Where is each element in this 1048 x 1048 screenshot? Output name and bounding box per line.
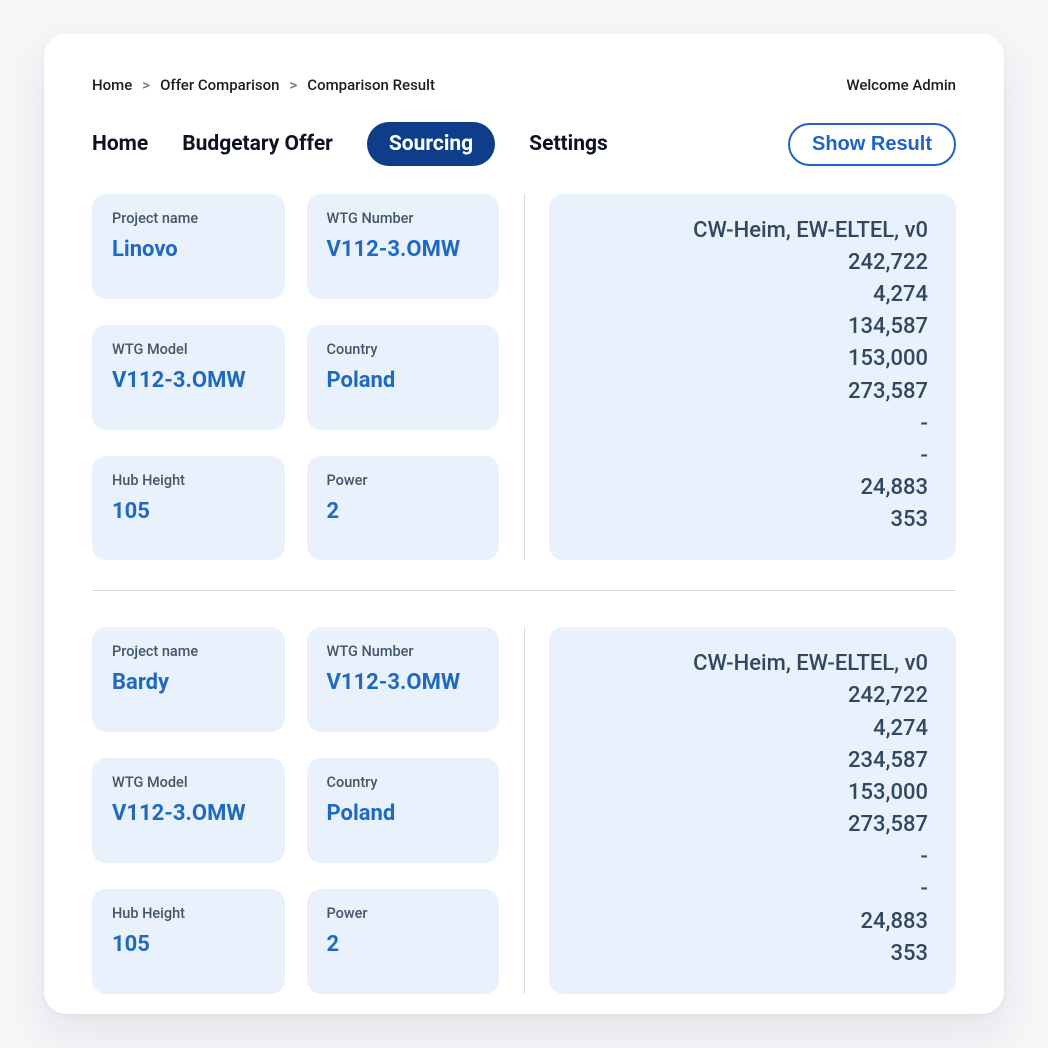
breadcrumb-item-offer-comparison[interactable]: Offer Comparison	[160, 76, 279, 94]
breadcrumb-item-home[interactable]: Home	[92, 76, 132, 94]
result-panel: CW-Heim, EW-ELTEL, v0 242,722 4,274 234,…	[549, 627, 956, 993]
field-value: Poland	[327, 801, 480, 826]
field-value: V112-3.OMW	[112, 368, 265, 393]
project-list: Project name Linovo WTG Number V112-3.OM…	[92, 194, 956, 1014]
app-card: Home > Offer Comparison > Comparison Res…	[44, 34, 1004, 1014]
field-country: Country Poland	[307, 758, 500, 863]
field-label: Power	[327, 472, 480, 489]
result-value: 153,000	[848, 345, 928, 373]
field-wtg-number: WTG Number V112-3.OMW	[307, 194, 500, 299]
result-value: 242,722	[848, 682, 928, 710]
result-value: -	[921, 875, 928, 903]
field-value: 2	[327, 932, 480, 957]
field-value: 105	[112, 932, 265, 957]
result-value: 153,000	[848, 779, 928, 807]
field-value: V112-3.OMW	[327, 237, 480, 262]
vertical-divider	[524, 627, 525, 993]
result-title: CW-Heim, EW-ELTEL, v0	[693, 651, 928, 676]
field-country: Country Poland	[307, 325, 500, 430]
breadcrumb-item-comparison-result[interactable]: Comparison Result	[307, 76, 435, 94]
field-power: Power 2	[307, 456, 500, 561]
field-value: 2	[327, 499, 480, 524]
field-label: Project name	[112, 210, 265, 227]
breadcrumb: Home > Offer Comparison > Comparison Res…	[92, 76, 435, 94]
result-value: 4,274	[873, 281, 928, 309]
welcome-text: Welcome Admin	[846, 76, 956, 94]
field-label: WTG Number	[327, 643, 480, 660]
field-label: Country	[327, 774, 480, 791]
field-label: WTG Model	[112, 341, 265, 358]
field-wtg-number: WTG Number V112-3.OMW	[307, 627, 500, 732]
show-result-button[interactable]: Show Result	[788, 123, 956, 166]
result-value: -	[921, 410, 928, 438]
result-value: 353	[890, 940, 928, 968]
result-panel: CW-Heim, EW-ELTEL, v0 242,722 4,274 134,…	[549, 194, 956, 560]
chevron-right-icon: >	[142, 76, 150, 94]
tab-sourcing[interactable]: Sourcing	[367, 122, 495, 166]
field-label: Power	[327, 905, 480, 922]
result-value: 24,883	[861, 474, 928, 502]
field-wtg-model: WTG Model V112-3.OMW	[92, 325, 285, 430]
field-label: Hub Height	[112, 905, 265, 922]
project-block: Project name Linovo WTG Number V112-3.OM…	[92, 194, 956, 590]
project-fields: Project name Linovo WTG Number V112-3.OM…	[92, 194, 499, 560]
tab-bar: Home Budgetary Offer Sourcing Settings S…	[92, 122, 956, 166]
project-fields: Project name Bardy WTG Number V112-3.OMW…	[92, 627, 499, 993]
result-value: -	[921, 442, 928, 470]
tab-budgetary-offer[interactable]: Budgetary Offer	[182, 132, 333, 156]
result-value: 242,722	[848, 249, 928, 277]
tab-home[interactable]: Home	[92, 132, 148, 156]
field-power: Power 2	[307, 889, 500, 994]
field-label: Hub Height	[112, 472, 265, 489]
result-title: CW-Heim, EW-ELTEL, v0	[693, 218, 928, 243]
result-value: 134,587	[848, 313, 928, 341]
result-value: -	[921, 843, 928, 871]
result-value: 353	[890, 506, 928, 534]
tab-settings[interactable]: Settings	[529, 132, 608, 156]
field-hub-height: Hub Height 105	[92, 456, 285, 561]
field-label: Country	[327, 341, 480, 358]
field-value: 105	[112, 499, 265, 524]
result-value: 24,883	[861, 908, 928, 936]
field-value: Poland	[327, 368, 480, 393]
field-label: WTG Number	[327, 210, 480, 227]
topbar: Home > Offer Comparison > Comparison Res…	[92, 76, 956, 94]
field-value: V112-3.OMW	[112, 801, 265, 826]
result-value: 4,274	[873, 715, 928, 743]
field-label: Project name	[112, 643, 265, 660]
field-hub-height: Hub Height 105	[92, 889, 285, 994]
field-value: V112-3.OMW	[327, 670, 480, 695]
field-project-name: Project name Bardy	[92, 627, 285, 732]
vertical-divider	[524, 194, 525, 560]
field-project-name: Project name Linovo	[92, 194, 285, 299]
result-value: 273,587	[848, 378, 928, 406]
field-value: Linovo	[112, 237, 265, 262]
project-block: Project name Bardy WTG Number V112-3.OMW…	[92, 590, 956, 1014]
result-value: 234,587	[848, 747, 928, 775]
chevron-right-icon: >	[289, 76, 297, 94]
field-value: Bardy	[112, 670, 265, 695]
field-label: WTG Model	[112, 774, 265, 791]
field-wtg-model: WTG Model V112-3.OMW	[92, 758, 285, 863]
result-value: 273,587	[848, 811, 928, 839]
